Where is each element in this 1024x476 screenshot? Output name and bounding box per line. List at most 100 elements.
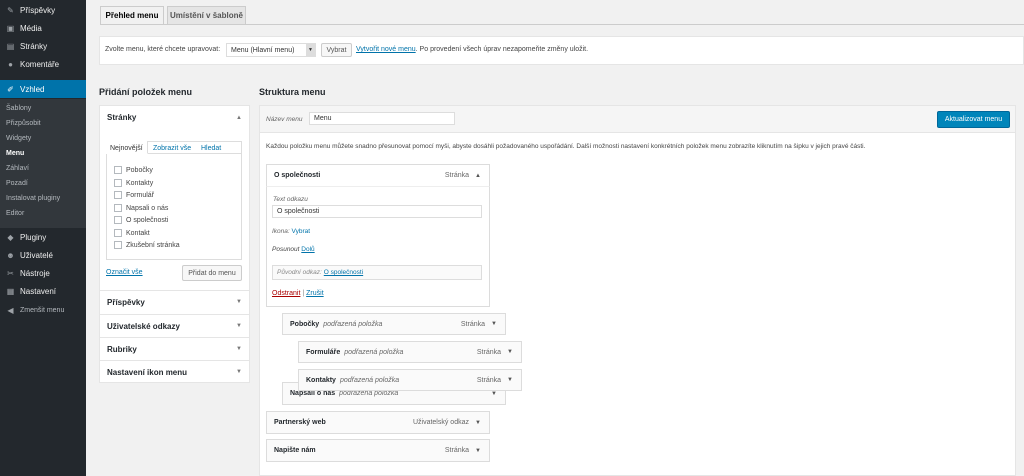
accordion-custom-links[interactable]: Uživatelské odkazy ▼ <box>100 314 249 337</box>
add-to-menu-button[interactable]: Přidat do menu <box>182 265 242 281</box>
sub-background[interactable]: Pozadí <box>6 180 28 187</box>
accordion-categories[interactable]: Rubriky ▼ <box>100 337 249 360</box>
chevron-down-icon[interactable]: ▼ <box>507 349 513 355</box>
checkbox[interactable] <box>114 229 122 237</box>
menu-select[interactable]: Menu (Hlavní menu) ▼ <box>226 43 316 57</box>
tab-edit-menus[interactable]: Přehled menu <box>100 6 164 25</box>
original-link-box: Původní odkaz: O společnosti <box>272 265 482 280</box>
sub-widgets[interactable]: Widgety <box>6 135 31 142</box>
pin-icon: ✎ <box>7 5 14 15</box>
checkbox[interactable] <box>114 179 122 187</box>
tab-line <box>148 153 242 154</box>
checkbox[interactable] <box>114 216 122 224</box>
user-icon: ☻ <box>6 250 15 260</box>
menu-item-formulare[interactable]: Formuláře podřazená položka Stránka ▼ <box>298 341 522 363</box>
sub-themes[interactable]: Šablony <box>6 105 31 112</box>
accordion-posts[interactable]: Příspěvky ▼ <box>100 290 249 313</box>
nav-users[interactable]: ☻ Uživatelé <box>0 246 86 264</box>
plugin-icon: ◆ <box>7 232 14 242</box>
create-menu-link[interactable]: Vytvořit nové menu <box>356 46 416 53</box>
structure-heading: Struktura menu <box>259 87 326 97</box>
checkbox[interactable] <box>114 241 122 249</box>
sub-menus[interactable]: Menu <box>6 150 24 157</box>
menu-item-handle[interactable]: O společnosti Stránka ▲ <box>266 164 490 187</box>
page-checkbox-row[interactable]: Kontakty <box>114 179 153 187</box>
chevron-up-icon: ▲ <box>236 114 242 121</box>
nav-media[interactable]: ▣ Média <box>0 19 86 37</box>
tab-view-all[interactable]: Zobrazit vše <box>153 145 191 152</box>
chevron-down-icon: ▼ <box>236 299 242 305</box>
select-menu-bar: Zvolte menu, které chcete upravovat: Men… <box>99 36 1024 65</box>
nav-settings[interactable]: ▦ Nastavení <box>0 282 86 300</box>
admin-sidebar: ✎ Příspěvky ▣ Média ▤ Stránky ● Komentáře ✐ V… <box>0 0 86 476</box>
move-down-link[interactable]: Dolů <box>301 246 314 253</box>
chevron-down-icon[interactable]: ▼ <box>475 420 481 426</box>
nav-label-input[interactable]: O společnosti <box>272 205 482 218</box>
media-icon: ▣ <box>6 23 15 33</box>
brush-icon: ✐ <box>7 84 14 94</box>
icon-label: Ikona: Vybrat <box>272 228 311 235</box>
page-checkbox-row[interactable]: Pobočky <box>114 166 153 174</box>
chevron-down-icon: ▼ <box>236 369 242 375</box>
nav-tools[interactable]: ✂ Nástroje <box>0 264 86 282</box>
structure-instructions: Každou položku menu můžete snadno přesun… <box>266 143 866 150</box>
comment-icon: ● <box>8 59 13 69</box>
tab-divider <box>100 24 1024 25</box>
add-items-heading: Přidání položek menu <box>99 87 193 97</box>
accordion-pages[interactable]: Stránky ▲ <box>100 106 249 129</box>
menu-item-napiste-nam[interactable]: Napište nám Stránka ▼ <box>266 439 490 462</box>
save-menu-button[interactable]: Aktualizovat menu <box>937 111 1010 128</box>
sub-editor[interactable]: Editor <box>6 210 24 217</box>
collapse-icon: ◀ <box>7 305 14 315</box>
select-menu-label: Zvolte menu, které chcete upravovat: <box>105 46 221 53</box>
chevron-down-icon[interactable]: ▼ <box>491 321 497 327</box>
chevron-down-icon[interactable]: ▼ <box>507 377 513 383</box>
wrench-icon: ✂ <box>7 268 14 278</box>
page-checkbox-row[interactable]: Formulář <box>114 191 154 199</box>
menu-item-pobocky[interactable]: Pobočky podřazená položka Stránka ▼ <box>282 313 506 335</box>
move-label: Posunout Dolů <box>272 246 315 253</box>
cancel-link[interactable]: Zrušit <box>306 290 324 297</box>
menu-name-input[interactable]: Menu <box>309 112 455 125</box>
checkbox[interactable] <box>114 204 122 212</box>
sub-customize[interactable]: Přizpůsobit <box>6 120 41 127</box>
create-menu-text: Vytvořit nové menu. Po provedení všech ú… <box>356 46 589 53</box>
nav-posts[interactable]: ✎ Příspěvky <box>0 1 86 19</box>
settings-icon: ▦ <box>6 286 15 296</box>
sub-install-plugins[interactable]: Instalovat pluginy <box>6 195 60 202</box>
chevron-down-icon: ▼ <box>236 323 242 329</box>
select-all-link[interactable]: Označit vše <box>106 269 143 276</box>
select-button[interactable]: Vybrat <box>321 43 352 57</box>
icon-select-link[interactable]: Vybrat <box>292 228 311 235</box>
chevron-down-icon[interactable]: ▼ <box>475 448 481 454</box>
chevron-up-icon[interactable]: ▲ <box>475 173 481 179</box>
pages-icon: ▤ <box>6 41 15 51</box>
checkbox[interactable] <box>114 191 122 199</box>
sub-header[interactable]: Záhlaví <box>6 165 29 172</box>
nav-comments[interactable]: ● Komentáře <box>0 55 86 73</box>
tab-locations[interactable]: Umístění v šabloně <box>167 6 246 24</box>
tab-search[interactable]: Hledat <box>201 145 221 152</box>
chevron-down-icon: ▼ <box>306 44 315 56</box>
checkbox[interactable] <box>114 166 122 174</box>
accordion-menu-icons[interactable]: Nastavení ikon menu ▼ <box>100 360 249 383</box>
page-checkbox-row[interactable]: Kontakt <box>114 229 150 237</box>
tab-recent[interactable]: Nejnovější <box>110 145 143 152</box>
chevron-down-icon[interactable]: ▼ <box>491 391 497 397</box>
chevron-down-icon: ▼ <box>236 346 242 352</box>
nav-collapse[interactable]: ◀ Zmenšit menu <box>0 301 86 319</box>
item-actions: Odstranit | Zrušit <box>272 290 324 297</box>
menu-item-kontakty[interactable]: Kontakty podřazená položka Stránka ▼ <box>298 369 522 391</box>
nav-label-label: Text odkazu <box>273 196 308 203</box>
menu-item-partnersky-web[interactable]: Partnerský web Uživatelský odkaz ▼ <box>266 411 490 434</box>
appearance-submenu: Šablony Přizpůsobit Widgety Menu Záhlaví… <box>0 99 86 228</box>
page-checkbox-row[interactable]: O společnosti <box>114 216 168 224</box>
nav-appearance[interactable]: ✐ Vzhled <box>0 80 86 98</box>
page-checkbox-row[interactable]: Napsali o nás <box>114 204 168 212</box>
nav-pages[interactable]: ▤ Stránky <box>0 37 86 55</box>
nav-plugins[interactable]: ◆ Pluginy <box>0 228 86 246</box>
remove-link[interactable]: Odstranit <box>272 290 300 297</box>
original-link[interactable]: O společnosti <box>324 269 363 276</box>
page-checkbox-row[interactable]: Zkušební stránka <box>114 241 180 249</box>
menu-name-label: Název menu <box>266 116 303 123</box>
